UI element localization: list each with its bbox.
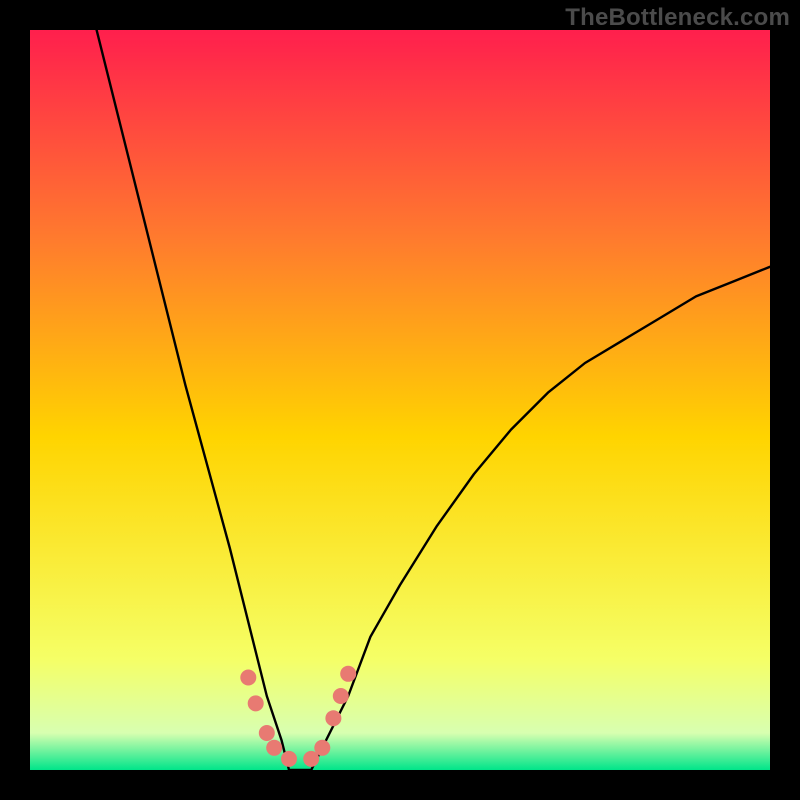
plot-container <box>30 30 770 770</box>
marker-dot <box>240 670 256 686</box>
marker-dot <box>259 725 275 741</box>
marker-dot <box>314 740 330 756</box>
marker-dot <box>325 710 341 726</box>
chart-frame: TheBottleneck.com <box>0 0 800 800</box>
marker-dot <box>248 695 264 711</box>
marker-dot <box>340 666 356 682</box>
gradient-background <box>30 30 770 770</box>
watermark-text: TheBottleneck.com <box>565 4 790 32</box>
bottleneck-plot <box>30 30 770 770</box>
marker-dot <box>266 740 282 756</box>
marker-dot <box>281 751 297 767</box>
marker-dot <box>333 688 349 704</box>
